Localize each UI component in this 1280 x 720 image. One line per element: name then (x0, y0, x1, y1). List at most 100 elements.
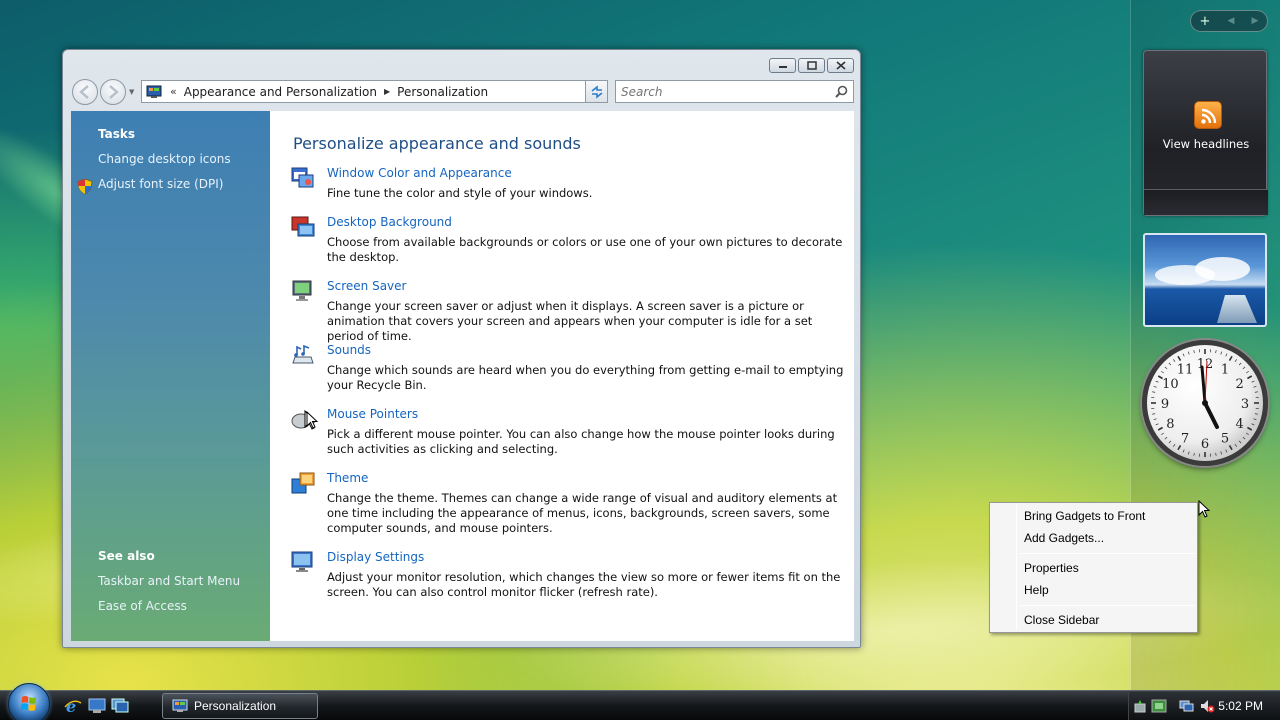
volume-muted-icon[interactable] (1199, 698, 1215, 714)
search-box[interactable] (615, 80, 854, 103)
breadcrumb-appearance[interactable]: Appearance and Personalization (184, 85, 377, 99)
clock-tick (1161, 370, 1164, 374)
next-gadgets-icon[interactable]: ▶ (1252, 16, 1259, 26)
clock-tick (1168, 362, 1172, 366)
clock-tick (1155, 423, 1159, 426)
desktop-background-description: Choose from available backgrounds or col… (327, 235, 843, 264)
menu-separator (1020, 553, 1195, 554)
breadcrumb-personalization[interactable]: Personalization (397, 85, 488, 99)
sounds-link[interactable]: Sounds (327, 343, 371, 357)
control-panel-icon (146, 85, 162, 98)
taskbar-clock[interactable]: 5:02 PM (1218, 699, 1263, 713)
clock-tick (1253, 385, 1257, 388)
clock-numeral: 7 (1181, 432, 1189, 447)
clock-numeral: 11 (1177, 362, 1194, 377)
theme-icon (291, 472, 315, 494)
menu-item-bring-gadgets-to-front[interactable]: Bring Gadgets to Front (1024, 509, 1145, 523)
forward-button[interactable] (100, 79, 126, 105)
refresh-button[interactable] (585, 80, 608, 103)
clock-numeral: 1 (1221, 362, 1229, 377)
menu-item-help[interactable]: Help (1024, 583, 1049, 597)
maximize-button[interactable] (798, 58, 825, 73)
slideshow-gadget[interactable] (1143, 233, 1267, 327)
screen-saver-link[interactable]: Screen Saver (327, 279, 406, 293)
clock-numeral: 6 (1201, 437, 1209, 452)
close-button[interactable] (827, 58, 854, 73)
personalization-window: ▼ « Appearance and Personalization ▶ Per… (62, 49, 861, 648)
desktop-background-icon (291, 216, 315, 237)
refresh-icon (591, 84, 602, 99)
screen-saver-icon (292, 280, 312, 301)
clock-tick (1193, 452, 1195, 456)
clock-tick (1215, 350, 1217, 354)
view-headlines-label[interactable]: View headlines (1144, 137, 1268, 151)
tasks-pane: Tasks Change desktop icons Adjust font s… (71, 111, 270, 641)
clock-tick (1246, 370, 1249, 374)
mouse-pointers-link[interactable]: Mouse Pointers (327, 407, 418, 421)
clock-tick (1164, 366, 1168, 370)
desktop-background-link[interactable]: Desktop Background (327, 215, 452, 229)
theme-description: Change the theme. Themes can change a wi… (327, 491, 838, 535)
minimize-icon (778, 65, 787, 68)
safely-remove-hardware-icon[interactable] (1133, 698, 1149, 714)
clock-tick (1242, 436, 1246, 440)
clock-tick (1251, 380, 1255, 383)
breadcrumb-separator-icon[interactable]: ▶ (384, 87, 390, 96)
sounds-icon (292, 344, 314, 364)
taskbar-button-personalization[interactable]: Personalization (162, 693, 318, 719)
feed-headlines-gadget[interactable]: View headlines (1143, 50, 1268, 216)
mouse-pointers-description: Pick a different mouse pointer. You can … (327, 427, 835, 456)
security-center-icon[interactable] (1151, 698, 1167, 714)
adjust-font-size-link[interactable]: Adjust font size (DPI) (98, 177, 223, 191)
clock-tick (1182, 353, 1185, 357)
clock-numeral: 8 (1166, 417, 1174, 432)
theme-link[interactable]: Theme (327, 471, 368, 485)
add-gadget-icon[interactable]: + (1200, 15, 1211, 28)
clock-numeral: 12 (1197, 357, 1214, 372)
show-desktop-icon[interactable] (88, 698, 106, 714)
display-settings-link[interactable]: Display Settings (327, 550, 424, 564)
clock-tick (1152, 413, 1156, 415)
clock-tick (1247, 375, 1253, 380)
taskbar: e Personalization 5:02 PM (0, 683, 1280, 720)
clock-tick (1225, 449, 1228, 453)
photo-cloud (1195, 257, 1250, 281)
clock-tick (1228, 355, 1233, 361)
clock-tick (1193, 350, 1195, 354)
change-desktop-icons-link[interactable]: Change desktop icons (98, 152, 231, 166)
page-title: Personalize appearance and sounds (293, 134, 581, 153)
close-icon (835, 61, 846, 70)
switch-windows-icon[interactable] (111, 698, 129, 714)
menu-item-add-gadgets[interactable]: Add Gadgets... (1024, 531, 1104, 545)
clock-tick (1187, 351, 1190, 355)
clock-tick (1215, 452, 1217, 456)
recent-pages-chevron-icon[interactable]: ▼ (129, 88, 134, 96)
clock-numeral: 2 (1236, 377, 1244, 392)
previous-gadgets-icon[interactable]: ◀ (1228, 16, 1235, 26)
search-input[interactable] (616, 81, 816, 102)
clock-tick (1254, 391, 1258, 393)
start-button[interactable] (8, 683, 50, 720)
clock-gadget[interactable]: 12 1 2 3 4 5 6 7 8 9 10 11 (1142, 340, 1268, 466)
window-color-link[interactable]: Window Color and Appearance (327, 166, 512, 180)
clock-tick (1187, 451, 1190, 455)
clock-tick (1225, 353, 1228, 357)
back-button[interactable] (72, 79, 98, 105)
internet-explorer-icon[interactable]: e (64, 698, 82, 714)
ease-of-access-link[interactable]: Ease of Access (98, 599, 187, 613)
address-bar[interactable]: « Appearance and Personalization ▶ Perso… (141, 80, 608, 103)
breadcrumb-overflow-icon[interactable]: « (170, 85, 177, 98)
clock-tick (1238, 440, 1242, 444)
taskbar-start-menu-link[interactable]: Taskbar and Start Menu (98, 574, 240, 588)
tasks-header: Tasks (98, 127, 136, 141)
minimize-button[interactable] (769, 58, 796, 73)
rss-icon (1194, 101, 1222, 129)
search-icon[interactable] (835, 85, 848, 98)
menu-item-properties[interactable]: Properties (1024, 561, 1079, 575)
clock-tick (1177, 355, 1182, 361)
network-icon[interactable] (1179, 698, 1195, 714)
menu-item-close-sidebar[interactable]: Close Sidebar (1024, 613, 1099, 627)
clock-tick (1220, 351, 1223, 355)
svg-text:e: e (66, 698, 76, 714)
notification-area: 5:02 PM (1128, 692, 1280, 720)
